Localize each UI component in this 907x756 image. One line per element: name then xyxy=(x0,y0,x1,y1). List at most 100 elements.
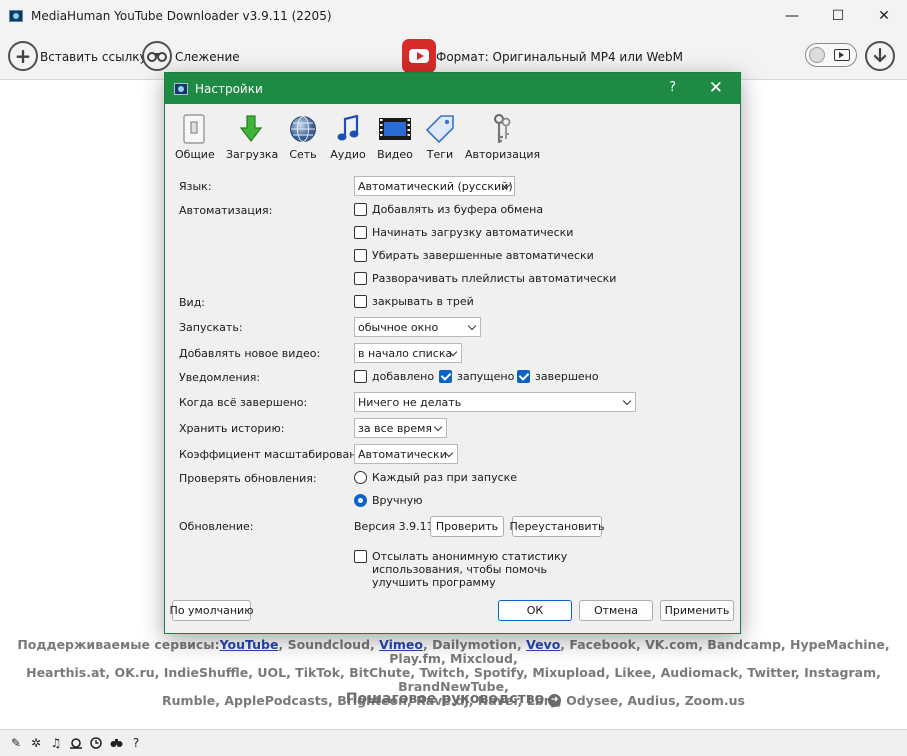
checkbox-box[interactable] xyxy=(354,249,367,262)
check-updates-label: Проверять обновления: xyxy=(179,472,317,485)
automation-label: Автоматизация: xyxy=(179,204,273,217)
notifications-label: Уведомления: xyxy=(179,371,261,384)
history-select[interactable]: за все время xyxy=(354,418,447,438)
auto-remove-checkbox[interactable]: Убирать завершенные автоматически xyxy=(354,249,594,262)
when-done-select[interactable]: Ничего не делать xyxy=(354,392,636,412)
help-icon[interactable]: ? xyxy=(126,733,146,753)
paste-link-button[interactable]: Вставить ссылку xyxy=(40,50,147,64)
tab-video[interactable]: Видео xyxy=(376,113,414,161)
gear-icon[interactable]: ✲ xyxy=(26,733,46,753)
cancel-button[interactable]: Отмена xyxy=(579,600,653,621)
tab-tags-label: Теги xyxy=(426,148,454,161)
when-done-label: Когда всё завершено: xyxy=(179,396,308,409)
launch-label: Запускать: xyxy=(179,321,243,334)
language-select[interactable]: Автоматический (русский) xyxy=(354,176,515,196)
music-note-icon[interactable]: ♫ xyxy=(46,733,66,753)
radio-circle[interactable] xyxy=(354,471,367,484)
chevron-down-icon xyxy=(622,396,632,406)
window-controls: — ☐ ✕ xyxy=(769,0,907,32)
tab-audio-label: Аудио xyxy=(330,148,366,161)
language-label: Язык: xyxy=(179,180,212,193)
toggle-knob xyxy=(809,47,825,63)
maximize-button[interactable]: ☐ xyxy=(815,0,861,32)
tab-download[interactable]: Загрузка xyxy=(226,113,279,161)
help-button[interactable]: ? xyxy=(669,80,676,95)
radio-label: Вручную xyxy=(372,494,423,507)
tab-authorization[interactable]: Авторизация xyxy=(465,113,541,161)
anonymous-stats-checkbox[interactable]: Отсылать анонимную статистику использова… xyxy=(354,550,567,589)
tab-general-label: Общие xyxy=(175,148,215,161)
notify-finished-checkbox[interactable]: завершено xyxy=(517,370,599,383)
checkbox-box[interactable] xyxy=(354,550,367,563)
download-icon[interactable] xyxy=(865,41,895,71)
launch-select[interactable]: обычное окно xyxy=(354,317,481,337)
minimize-button[interactable]: — xyxy=(769,0,815,32)
update-manual-radio[interactable]: Вручную xyxy=(354,494,423,507)
binoculars-icon[interactable] xyxy=(142,41,172,71)
scale-value: Автоматически xyxy=(358,447,447,461)
service-link-vimeo[interactable]: Vimeo xyxy=(379,637,423,652)
clock-icon[interactable] xyxy=(86,733,106,753)
paste-link-icon[interactable]: + xyxy=(8,41,38,71)
auto-start-checkbox[interactable]: Начинать загрузку автоматически xyxy=(354,226,573,239)
guide-label[interactable]: Пошаговое руководство xyxy=(346,691,544,707)
video-mode-toggle[interactable] xyxy=(805,43,857,67)
services-prefix: Поддерживаемые сервисы: xyxy=(17,637,220,652)
arrow-right-icon: ➜ xyxy=(548,694,562,707)
tab-network[interactable]: Сеть xyxy=(287,113,319,161)
tracking-button[interactable]: Слежение xyxy=(175,50,240,64)
auto-expand-playlists-checkbox[interactable]: Разворачивать плейлисты автоматически xyxy=(354,272,616,285)
add-video-label: Добавлять новое видео: xyxy=(179,347,321,360)
tab-authorization-label: Авторизация xyxy=(465,148,541,161)
step-guide-link[interactable]: Пошаговое руководство ➜ xyxy=(0,691,907,707)
checkbox-label: завершено xyxy=(535,370,599,383)
stats-line-3: улучшить программу xyxy=(372,576,496,589)
brush-icon[interactable]: ✎ xyxy=(6,733,26,753)
app-logo-icon xyxy=(9,10,23,22)
services-text: , Soundcloud, xyxy=(278,637,380,652)
notify-added-checkbox[interactable]: добавлено xyxy=(354,370,434,383)
auto-clipboard-checkbox[interactable]: Добавлять из буфера обмена xyxy=(354,203,543,216)
dialog-close-button[interactable]: ✕ xyxy=(709,78,723,98)
dialog-title-bar: Настройки ? ✕ xyxy=(165,73,740,104)
binoculars-icon[interactable] xyxy=(106,733,126,753)
checkbox-box[interactable] xyxy=(354,295,367,308)
add-video-value: в начало списка xyxy=(358,346,453,360)
youtube-format-icon[interactable] xyxy=(402,39,436,73)
minimize-to-tray-checkbox[interactable]: закрывать в трей xyxy=(354,295,474,308)
defaults-button[interactable]: По умолчанию xyxy=(170,600,253,621)
scale-select[interactable]: Автоматически xyxy=(354,444,458,464)
apply-button[interactable]: Применить xyxy=(660,600,734,621)
checkbox-box[interactable] xyxy=(354,370,367,383)
radio-circle[interactable] xyxy=(354,494,367,507)
tab-download-label: Загрузка xyxy=(226,148,279,161)
checkbox-box[interactable] xyxy=(354,226,367,239)
snail-icon[interactable] xyxy=(66,733,86,753)
checkbox-box[interactable] xyxy=(439,370,452,383)
checkbox-box[interactable] xyxy=(354,203,367,216)
radio-label: Каждый раз при запуске xyxy=(372,471,518,484)
close-button[interactable]: ✕ xyxy=(861,0,907,32)
stats-line-2: использования, чтобы помочь xyxy=(372,563,547,576)
tab-audio[interactable]: Аудио xyxy=(329,113,367,161)
notify-started-checkbox[interactable]: запущено xyxy=(439,370,514,383)
check-update-button[interactable]: Проверить xyxy=(430,516,504,537)
update-every-launch-radio[interactable]: Каждый раз при запуске xyxy=(354,471,517,484)
checkbox-label: Разворачивать плейлисты автоматически xyxy=(372,272,617,285)
add-video-select[interactable]: в начало списка xyxy=(354,343,462,363)
film-icon xyxy=(376,113,414,145)
format-selector[interactable]: Формат: Оригинальный MP4 или WebM xyxy=(436,50,683,64)
view-label: Вид: xyxy=(179,296,206,309)
ok-button[interactable]: ОК xyxy=(498,600,572,621)
service-link-youtube[interactable]: YouTube xyxy=(220,637,279,652)
reinstall-button[interactable]: Переустановить xyxy=(510,516,604,537)
checkbox-box[interactable] xyxy=(517,370,530,383)
tab-tags[interactable]: Теги xyxy=(423,113,457,161)
tab-general[interactable]: Общие xyxy=(175,113,215,161)
services-text: , Dailymotion, xyxy=(422,637,527,652)
stats-line-1: Отсылать анонимную статистику xyxy=(372,550,568,563)
checkbox-box[interactable] xyxy=(354,272,367,285)
service-link-vevo[interactable]: Vevo xyxy=(526,637,560,652)
launch-value: обычное окно xyxy=(358,320,439,334)
checkbox-label: закрывать в трей xyxy=(372,295,474,308)
